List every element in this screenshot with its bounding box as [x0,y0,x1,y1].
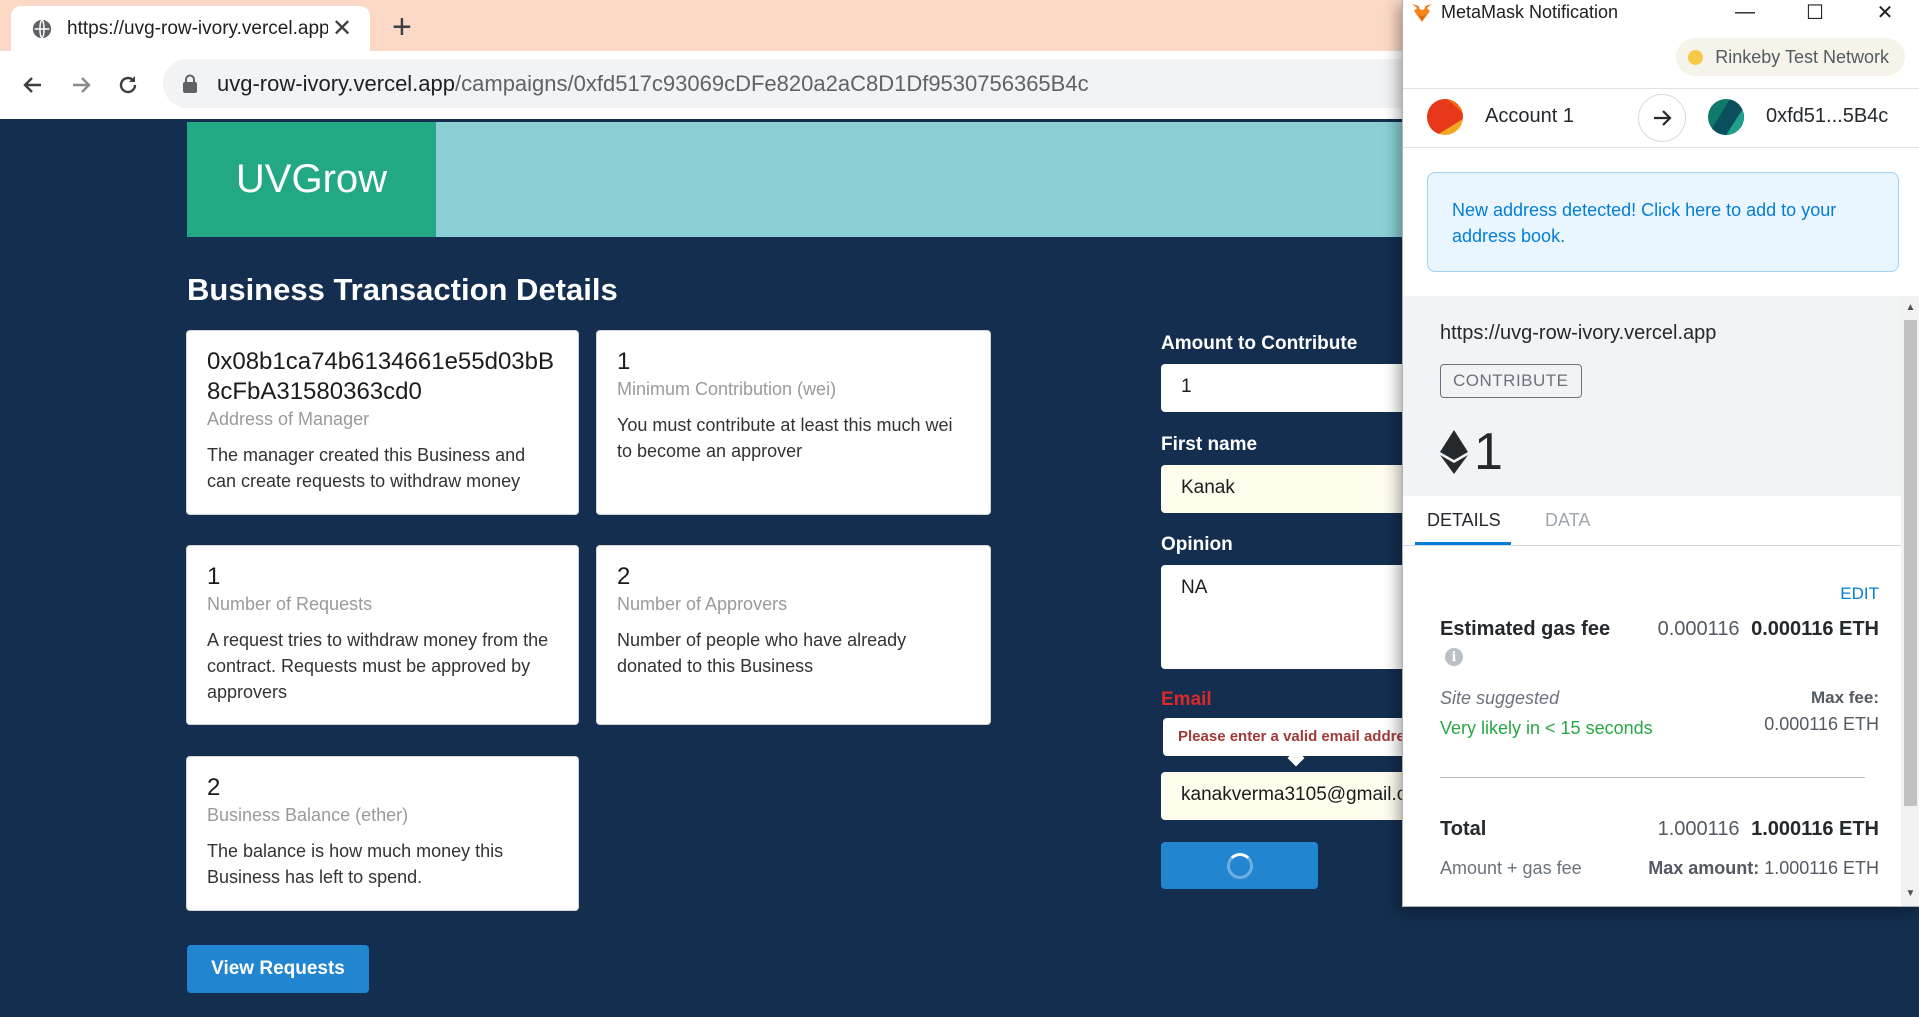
scrollbar[interactable]: ▲ ▼ [1901,296,1919,906]
globe-icon [32,18,52,39]
browser-tab[interactable]: https://uvg-row-ivory.vercel.app/ ✕ [11,6,370,51]
card-meta: Minimum Contribution (wei) [617,379,837,399]
minimize-icon[interactable]: — [1710,1,1780,24]
send-arrow [1638,94,1686,142]
view-requests-button[interactable]: View Requests [187,945,369,993]
max-fee-label: Max fee: [1810,688,1879,707]
page-title: Business Transaction Details [187,272,618,307]
card-description: Number of people who have already donate… [617,630,907,676]
details-tabs: DETAILS DATA [1403,496,1903,546]
network-name: Rinkeby Test Network [1715,46,1889,67]
card-manager-address: 0x08b1ca74b6134661e55d03bB8cFbA31580363c… [186,330,579,515]
url-path: /campaigns/0xfd517c93069cDFe820a2aC8D1Df… [455,70,1089,96]
divider [1440,777,1865,778]
card-meta: Number of Approvers [617,594,788,614]
info-icon[interactable]: i [1445,648,1463,666]
max-amount-label: Max amount: [1648,858,1760,878]
card-meta: Business Balance (ether) [207,805,409,825]
contribute-submit-button[interactable] [1161,842,1318,889]
scrollbar-thumb[interactable] [1904,320,1917,806]
arrow-right-icon [1654,110,1672,126]
sender-recipient-row: Account 1 0xfd51...5B4c [1403,88,1919,148]
close-tab-icon[interactable]: ✕ [328,14,356,43]
gas-time-estimate: Very likely in < 15 seconds [1440,718,1653,738]
card-meta: Number of Requests [207,594,373,614]
amount-label: Amount to Contribute [1161,333,1358,354]
back-button[interactable] [13,65,53,105]
metamask-titlebar: MetaMask Notification — ☐ ✕ [1403,0,1919,25]
max-amount: Max amount: 1.000116 ETH [1648,858,1879,879]
max-fee-value: 0.000116 ETH [1764,714,1879,734]
total-values: 1.000116 1.000116 ETH [1658,818,1879,841]
reload-button[interactable] [108,65,148,105]
gas-fee-secondary: 0.000116 [1657,618,1740,640]
amount-gas-label: Amount + gas fee [1440,858,1582,878]
card-description: The balance is how much money this Busin… [207,841,504,887]
card-description: The manager created this Business and ca… [207,445,526,491]
forward-button[interactable] [61,65,101,105]
gas-fee-values: 0.000116 0.000116 ETH [1658,618,1879,641]
url-host: uvg-row-ivory.vercel.app [217,70,456,96]
site-origin: https://uvg-row-ivory.vercel.app [1440,322,1717,344]
edit-gas-link[interactable]: EDIT [1840,584,1879,604]
card-minimum-contribution: 1 Minimum Contribution (wei) You must co… [596,330,991,515]
card-description: A request tries to withdraw money from t… [207,630,549,702]
total-secondary: 1.000116 [1657,818,1740,840]
lock-icon [183,74,197,93]
arrow-right-icon [73,77,91,93]
metamask-fox-icon [1412,3,1432,22]
transaction-summary: https://uvg-row-ivory.vercel.app CONTRIB… [1403,296,1903,496]
total-label: Total [1440,818,1487,840]
account-avatar[interactable] [1427,99,1463,135]
scroll-down-icon[interactable]: ▼ [1901,884,1919,902]
card-header: 1 [207,563,221,590]
opinion-label: Opinion [1161,534,1233,555]
scroll-up-icon[interactable]: ▲ [1901,298,1919,316]
metamask-window-title: MetaMask Notification [1441,2,1619,22]
loading-spinner-icon [1226,852,1253,879]
tab-title: https://uvg-row-ivory.vercel.app/ [67,17,328,39]
transaction-value: 1 [1440,426,1503,478]
card-number-of-requests: 1 Number of Requests A request tries to … [186,545,579,725]
new-tab-icon[interactable]: + [392,10,412,44]
maximize-icon[interactable]: ☐ [1780,0,1850,25]
tab-details[interactable]: DETAILS [1427,510,1501,531]
card-header: 2 [617,563,631,590]
arrow-left-icon [23,77,41,93]
logo[interactable]: UVGrow [187,122,436,237]
card-number-of-approvers: 2 Number of Approvers Number of people w… [596,545,991,725]
card-header: 2 [207,774,221,801]
reload-icon [119,76,137,94]
method-badge: CONTRIBUTE [1440,364,1582,398]
gas-fee-primary: 0.000116 ETH [1751,618,1879,640]
card-header: 0x08b1ca74b6134661e55d03bB8cFbA31580363c… [207,348,555,405]
new-address-alert[interactable]: New address detected! Click here to add … [1427,172,1899,272]
ethereum-icon [1440,430,1468,474]
network-status-dot-icon [1688,49,1704,65]
identicon-icon [1708,99,1744,135]
close-window-icon[interactable]: ✕ [1850,0,1919,25]
metamask-window: MetaMask Notification — ☐ ✕ Rinkeby Test… [1402,0,1919,907]
gas-fee-label: Estimated gas fee [1440,618,1611,640]
recipient-avatar [1708,99,1744,135]
recipient-address[interactable]: 0xfd51...5B4c [1766,105,1888,128]
value-amount: 1 [1474,423,1503,481]
card-description: You must contribute at least this much w… [617,415,953,461]
max-amount-value: 1.000116 ETH [1764,858,1879,878]
active-tab-indicator [1415,542,1511,545]
tab-data[interactable]: DATA [1545,510,1590,531]
email-label: Email [1161,689,1212,710]
account-name: Account 1 [1485,105,1574,127]
first-name-label: First name [1161,434,1258,455]
network-selector[interactable]: Rinkeby Test Network [1676,38,1905,76]
card-meta: Address of Manager [207,409,370,429]
site-suggested-label: Site suggested [1440,688,1560,708]
total-primary: 1.000116 ETH [1751,818,1879,840]
card-business-balance: 2 Business Balance (ether) The balance i… [186,756,579,911]
identicon-icon [1427,99,1463,135]
card-header: 1 [617,348,631,375]
